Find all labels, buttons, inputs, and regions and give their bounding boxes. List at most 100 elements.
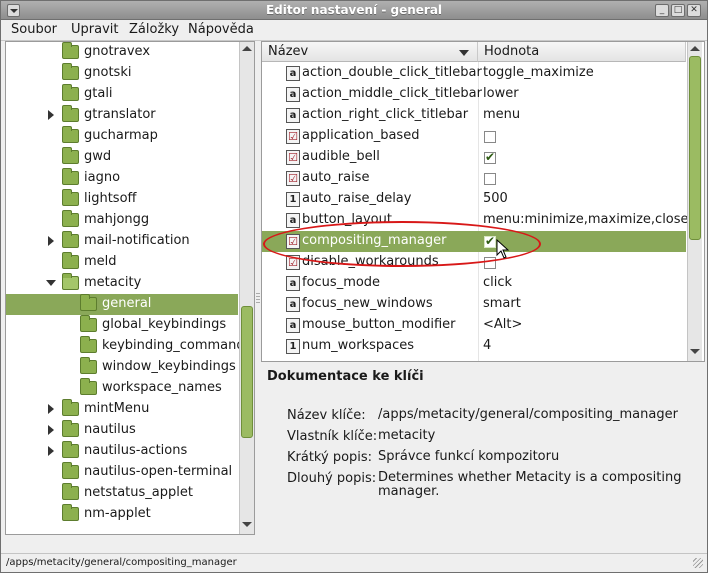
tree-item[interactable]: netstatus_applet: [6, 483, 238, 504]
tree-item[interactable]: meld: [6, 252, 238, 273]
expander-collapsed-icon[interactable]: [48, 425, 54, 435]
folder-icon: [80, 336, 97, 353]
tree-item[interactable]: gwd: [6, 147, 238, 168]
tree-item[interactable]: gtali: [6, 84, 238, 105]
key-tree[interactable]: gnotravex gnotski gtali gtranslator gucharma…: [5, 41, 255, 535]
value-checkbox[interactable]: [484, 257, 496, 269]
maximize-button[interactable]: □: [671, 4, 685, 17]
minimize-button[interactable]: _: [655, 4, 669, 17]
key-value[interactable]: menu:minimize,maximize,close: [483, 212, 689, 227]
tree-scrollbar[interactable]: [239, 42, 254, 534]
tree-item[interactable]: lightsoff: [6, 189, 238, 210]
table-scroll-thumb[interactable]: [689, 56, 701, 240]
tree-item[interactable]: nautilus-open-terminal: [6, 462, 238, 483]
table-row[interactable]: 1 num_workspaces 4: [262, 336, 686, 357]
key-name: num_workspaces: [302, 338, 415, 353]
menu-zalozky[interactable]: Záložky: [129, 22, 179, 37]
column-header-name-label: Název: [268, 44, 309, 59]
table-row[interactable]: a action_right_click_titlebar menu: [262, 105, 686, 126]
tree-item-label: workspace_names: [102, 380, 222, 395]
key-value[interactable]: <Alt>: [483, 317, 522, 332]
pane-divider[interactable]: [256, 293, 260, 305]
scroll-down-icon[interactable]: [690, 349, 700, 354]
table-row[interactable]: ☑ auto_raise: [262, 168, 686, 189]
tree-item[interactable]: iagno: [6, 168, 238, 189]
table-row[interactable]: a button_layout menu:minimize,maximize,clo…: [262, 210, 689, 231]
tree-item[interactable]: gnotravex: [6, 42, 238, 63]
tree-item[interactable]: nautilus: [6, 420, 238, 441]
doc-key-owner-label: Vlastník klíče:: [287, 429, 378, 444]
tree-item[interactable]: metacity: [6, 273, 238, 294]
doc-key-name-label: Název klíče:: [287, 408, 366, 423]
tree-item-label: gtranslator: [84, 107, 156, 122]
tree-item[interactable]: gucharmap: [6, 126, 238, 147]
menu-soubor[interactable]: Soubor: [11, 22, 57, 37]
string-type-icon: a: [286, 276, 300, 291]
table-row[interactable]: ☑ disable_workarounds: [262, 252, 686, 273]
tree-item-label: metacity: [84, 275, 142, 290]
column-header-name[interactable]: Název: [262, 42, 478, 62]
key-value[interactable]: 4: [483, 338, 491, 353]
tree-item[interactable]: nautilus-actions: [6, 441, 238, 462]
table-row[interactable]: ☑ application_based: [262, 126, 686, 147]
value-checkbox[interactable]: [484, 150, 496, 164]
table-scrollbar[interactable]: [687, 42, 702, 361]
tree-item[interactable]: gnotski: [6, 63, 238, 84]
table-row[interactable]: a action_middle_click_titlebar lower: [262, 84, 686, 105]
expander-collapsed-icon[interactable]: [48, 404, 54, 414]
table-row[interactable]: ☑ audible_bell: [262, 147, 686, 168]
scroll-up-icon[interactable]: [242, 46, 252, 51]
tree-item[interactable]: mail-notification: [6, 231, 238, 252]
value-checkbox[interactable]: [484, 131, 496, 143]
table-row[interactable]: a focus_new_windows smart: [262, 294, 686, 315]
key-name: auto_raise_delay: [302, 191, 412, 206]
expander-collapsed-icon[interactable]: [48, 446, 54, 456]
tree-item[interactable]: mintMenu: [6, 399, 238, 420]
folder-icon: [80, 357, 97, 374]
tree-item[interactable]: global_keybindings: [6, 315, 238, 336]
value-checkbox[interactable]: [484, 173, 496, 185]
folder-icon: [62, 252, 79, 269]
key-value[interactable]: menu: [483, 107, 520, 122]
tree-item-label: netstatus_applet: [84, 485, 193, 500]
tree-item[interactable]: window_keybindings: [6, 357, 238, 378]
doc-short-desc-label: Krátký popis:: [287, 450, 373, 465]
tree-item[interactable]: mahjongg: [6, 210, 238, 231]
folder-icon: [80, 378, 97, 395]
table-row[interactable]: a action_double_click_titlebar toggle_maxi…: [262, 63, 686, 84]
key-value[interactable]: click: [483, 275, 512, 290]
tree-item[interactable]: gtranslator: [6, 105, 238, 126]
key-value[interactable]: toggle_maximize: [483, 65, 594, 80]
tree-item-label: nautilus-open-terminal: [84, 464, 233, 479]
menu-napoveda[interactable]: Nápověda: [188, 22, 254, 37]
tree-item[interactable]: workspace_names: [6, 378, 238, 399]
column-header-value[interactable]: Hodnota: [478, 42, 686, 62]
string-type-icon: a: [286, 213, 300, 228]
key-value[interactable]: smart: [483, 296, 521, 311]
key-value[interactable]: lower: [483, 86, 519, 101]
tree-scroll-thumb[interactable]: [241, 306, 253, 438]
keys-table[interactable]: Název Hodnota a action_double_click_title…: [261, 41, 705, 362]
scroll-down-icon[interactable]: [242, 522, 252, 527]
value-checkbox[interactable]: [484, 234, 496, 248]
table-row[interactable]: 1 auto_raise_delay 500: [262, 189, 686, 210]
tree-item[interactable]: general: [6, 294, 238, 315]
tree-item[interactable]: keybinding_command: [6, 336, 245, 357]
menu-upravit[interactable]: Upravit: [71, 22, 118, 37]
expander-collapsed-icon[interactable]: [48, 236, 54, 246]
table-row[interactable]: a focus_mode click: [262, 273, 686, 294]
folder-icon: [62, 147, 79, 164]
resize-grip-icon[interactable]: [693, 558, 703, 568]
mouse-cursor-icon: [496, 239, 510, 259]
table-row[interactable]: a mouse_button_modifier <Alt>: [262, 315, 686, 336]
key-value[interactable]: 500: [483, 191, 508, 206]
scroll-up-icon[interactable]: [690, 46, 700, 51]
folder-icon: [80, 315, 97, 332]
expander-expanded-icon[interactable]: [46, 280, 56, 286]
bool-type-icon: ☑: [286, 129, 300, 144]
folder-icon: [62, 462, 79, 479]
tree-item[interactable]: nm-applet: [6, 504, 238, 525]
close-button[interactable]: ✕: [687, 4, 701, 17]
table-row[interactable]: ☑ compositing_manager: [262, 231, 686, 252]
expander-collapsed-icon[interactable]: [48, 110, 54, 120]
